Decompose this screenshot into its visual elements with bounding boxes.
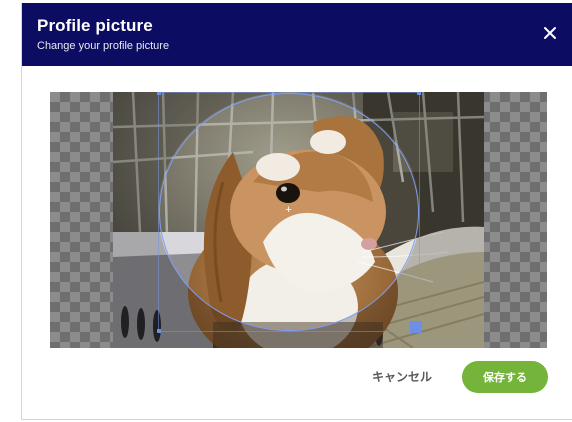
crop-handle-bottom-left[interactable] [157,329,161,333]
crop-resize-handle[interactable] [410,321,422,333]
dialog-subtitle: Change your profile picture [37,40,170,52]
close-icon [544,27,556,39]
dialog-title: Profile picture [37,16,153,35]
crop-selection[interactable]: + [157,92,421,333]
close-button[interactable] [539,22,561,44]
profile-picture-dialog: Profile picture Change your profile pict… [21,3,572,420]
dialog-header: Profile picture Change your profile pict… [22,3,572,66]
crop-handle-top-right[interactable] [417,92,421,95]
cancel-button[interactable]: キャンセル [362,362,442,390]
crop-area[interactable]: + [50,92,547,348]
crosshair-icon: + [285,204,292,216]
crop-handle-top-left[interactable] [157,92,161,95]
save-button[interactable]: 保存する [462,361,548,393]
